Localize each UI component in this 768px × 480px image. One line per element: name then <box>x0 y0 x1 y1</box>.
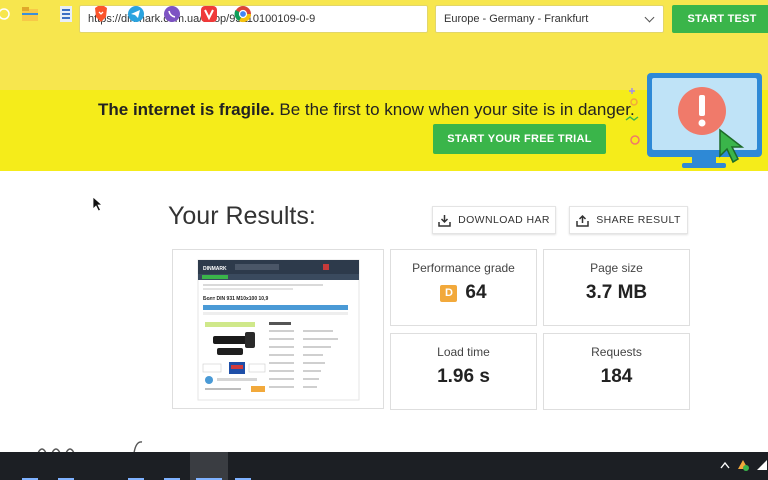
preview-logo: DINMARK <box>203 266 227 272</box>
download-har-label: DOWNLOAD HAR <box>458 214 550 226</box>
taskbar-active-highlight <box>190 452 228 480</box>
file-explorer-icon[interactable] <box>20 4 40 24</box>
grade-badge: D <box>440 284 458 302</box>
windows-taskbar <box>0 452 768 480</box>
promo-bold-text: The internet is fragile. <box>98 100 275 119</box>
tray-network-icon[interactable] <box>756 459 768 474</box>
page-screenshot-card[interactable]: DINMARK Болт DIN 931 M10x100 10,9 <box>172 249 384 409</box>
metric-requests: Requests 184 <box>543 333 690 410</box>
windows-start-icon[interactable] <box>0 4 14 24</box>
viber-icon[interactable] <box>162 4 182 24</box>
promo-message: The internet is fragile. Be the first to… <box>98 100 635 120</box>
metric-label: Performance grade <box>412 261 515 275</box>
share-icon <box>576 214 589 227</box>
metric-performance-grade: Performance grade D 64 <box>390 249 537 326</box>
performance-score: 64 <box>465 282 487 303</box>
results-title: Your Results: <box>168 202 316 230</box>
metric-page-size: Page size 3.7 MB <box>543 249 690 326</box>
free-trial-button[interactable]: START YOUR FREE TRIAL <box>433 124 606 154</box>
share-result-label: SHARE RESULT <box>596 214 681 226</box>
start-test-button[interactable]: START TEST <box>672 5 768 33</box>
page: Europe - Germany - Frankfurt START TEST … <box>0 0 768 480</box>
metric-value: 3.7 MB <box>585 282 648 303</box>
vivaldi-icon[interactable] <box>199 4 219 24</box>
metric-label: Load time <box>437 345 490 359</box>
chrome-icon[interactable] <box>233 4 253 24</box>
page-screenshot-thumbnail: DINMARK Болт DIN 931 M10x100 10,9 <box>197 259 360 401</box>
location-select[interactable]: Europe - Germany - Frankfurt <box>435 5 664 33</box>
metric-label: Page size <box>590 261 643 275</box>
download-har-button[interactable]: DOWNLOAD HAR <box>432 206 556 234</box>
metric-value: 1.96 s <box>437 366 490 387</box>
mouse-cursor-icon <box>92 196 104 212</box>
cut-off-heading-glyphs <box>37 441 143 452</box>
cut-off-section-heading <box>36 437 146 452</box>
brave-browser-icon[interactable] <box>91 4 111 24</box>
alert-monitor-illustration <box>625 73 762 168</box>
tray-expand-icon[interactable] <box>720 461 730 472</box>
system-tray <box>720 456 768 476</box>
download-icon <box>438 214 451 227</box>
preview-product-title: Болт DIN 931 M10x100 10,9 <box>203 296 268 302</box>
promo-rest-text: Be the first to know when your site is i… <box>274 100 635 119</box>
metric-value: 184 <box>600 366 633 387</box>
share-result-button[interactable]: SHARE RESULT <box>569 206 688 234</box>
telegram-icon[interactable] <box>126 4 146 24</box>
chevron-down-icon <box>644 12 655 22</box>
tray-app-icon[interactable] <box>736 458 750 475</box>
app-icon[interactable] <box>56 4 76 24</box>
location-label: Europe - Germany - Frankfurt <box>444 13 589 25</box>
metric-load-time: Load time 1.96 s <box>390 333 537 410</box>
metric-label: Requests <box>591 345 642 359</box>
metric-value: D 64 <box>440 282 487 304</box>
